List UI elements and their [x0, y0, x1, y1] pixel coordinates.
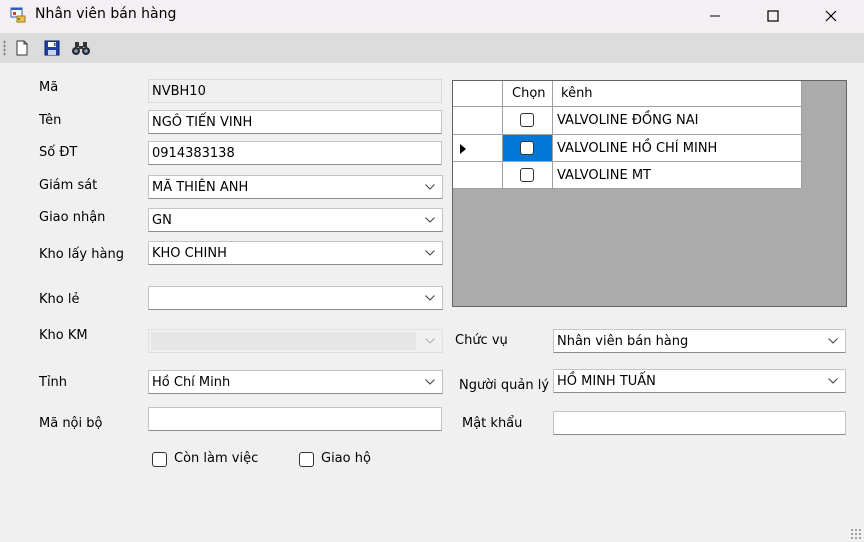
- giao-ho-checkbox[interactable]: [299, 452, 314, 467]
- row-header[interactable]: [453, 162, 503, 189]
- grid-row-checkbox[interactable]: [520, 113, 534, 127]
- chuc-vu-value: Nhân viên bán hàng: [557, 334, 689, 349]
- minimize-icon: [710, 15, 720, 16]
- save-icon: [44, 40, 60, 56]
- toolbar: [0, 33, 864, 63]
- ma-label: Mã: [39, 80, 59, 95]
- kho-km-label: Kho KM: [39, 328, 88, 343]
- ma-noi-bo-label: Mã nội bộ: [39, 416, 103, 431]
- resize-grip[interactable]: [850, 528, 862, 540]
- channel-grid[interactable]: Chọn kênh VALVOLINE ĐỒNG NAI VALVOLINE H…: [452, 80, 847, 307]
- giao-nhan-combo[interactable]: GN: [148, 208, 443, 232]
- form-app-icon: [10, 7, 26, 23]
- chuc-vu-label: Chức vụ: [455, 333, 508, 348]
- mat-khau-label: Mật khẩu: [462, 416, 523, 431]
- kho-km-disabled-area: [151, 332, 416, 350]
- giao-nhan-value: GN: [152, 213, 172, 228]
- binoculars-icon: [72, 42, 90, 55]
- grid-kenh-text: VALVOLINE ĐỒNG NAI: [557, 113, 699, 128]
- ten-field[interactable]: NGÔ TIẾN VINH: [148, 110, 442, 134]
- ten-label: Tên: [39, 113, 62, 128]
- column-header-chon-label: Chọn: [512, 86, 546, 101]
- ma-field[interactable]: NVBH10: [148, 79, 442, 103]
- column-header-kenh-label: kênh: [561, 86, 593, 101]
- chevron-down-icon: [828, 378, 838, 384]
- window-title: Nhân viên bán hàng: [35, 6, 177, 22]
- so-dt-field[interactable]: 0914383138: [148, 141, 442, 165]
- row-header[interactable]: [453, 107, 503, 135]
- title-bar: Nhân viên bán hàng: [0, 0, 864, 31]
- giam-sat-combo[interactable]: MÃ THIÊN ANH: [148, 175, 443, 199]
- giam-sat-value: MÃ THIÊN ANH: [152, 180, 249, 195]
- maximize-icon: [767, 9, 779, 22]
- nguoi-quan-ly-combo[interactable]: HỒ MINH TUẤN: [553, 369, 846, 393]
- tinh-combo[interactable]: Hồ Chí Minh: [148, 370, 443, 394]
- maximize-button[interactable]: [744, 0, 802, 31]
- con-lam-viec-label[interactable]: Còn làm việc: [174, 451, 258, 466]
- chevron-down-icon: [425, 250, 435, 256]
- chevron-down-icon: [425, 379, 435, 385]
- grid-row-checkbox[interactable]: [520, 168, 534, 182]
- chevron-down-icon: [425, 184, 435, 190]
- chuc-vu-combo[interactable]: Nhân viên bán hàng: [553, 329, 846, 353]
- close-button[interactable]: [802, 0, 860, 31]
- tinh-label: Tỉnh: [39, 375, 68, 390]
- grid-checkbox-cell[interactable]: [503, 107, 553, 135]
- chevron-down-icon: [425, 295, 435, 301]
- grid-kenh-text: VALVOLINE MT: [557, 168, 651, 183]
- ma-noi-bo-field[interactable]: [148, 407, 442, 431]
- row-header-current[interactable]: [453, 135, 503, 162]
- grid-row-checkbox[interactable]: [520, 141, 534, 155]
- tinh-value: Hồ Chí Minh: [152, 375, 231, 390]
- ma-value: NVBH10: [152, 84, 206, 99]
- chevron-down-icon: [425, 338, 435, 344]
- grid-kenh-cell[interactable]: VALVOLINE ĐỒNG NAI: [553, 107, 802, 135]
- so-dt-value: 0914383138: [152, 146, 235, 161]
- toolbar-grip[interactable]: [3, 40, 6, 56]
- column-header-kenh[interactable]: kênh: [553, 81, 802, 107]
- grid-checkbox-cell[interactable]: [503, 162, 553, 189]
- kho-km-combo[interactable]: [148, 329, 443, 353]
- kho-lay-hang-value: KHO CHINH: [152, 246, 227, 261]
- grid-kenh-cell[interactable]: VALVOLINE MT: [553, 162, 802, 189]
- con-lam-viec-checkbox[interactable]: [152, 452, 167, 467]
- kho-lay-hang-combo[interactable]: KHO CHINH: [148, 241, 443, 265]
- grid-kenh-text: VALVOLINE HỒ CHÍ MINH: [557, 141, 718, 156]
- new-button[interactable]: [11, 37, 33, 59]
- column-header-chon[interactable]: Chọn: [503, 81, 553, 107]
- giao-nhan-label: Giao nhận: [39, 210, 106, 225]
- so-dt-label: Số ĐT: [39, 145, 78, 160]
- kho-le-label: Kho lẻ: [39, 292, 80, 307]
- kho-lay-hang-label: Kho lấy hàng: [39, 247, 124, 262]
- chevron-down-icon: [425, 217, 435, 223]
- grid-kenh-cell[interactable]: VALVOLINE HỒ CHÍ MINH: [553, 135, 802, 162]
- mat-khau-field[interactable]: [553, 411, 846, 435]
- close-icon: [825, 10, 837, 21]
- chevron-down-icon: [828, 338, 838, 344]
- current-row-arrow-icon: [460, 144, 466, 154]
- giao-ho-label[interactable]: Giao hộ: [321, 451, 371, 466]
- grid-checkbox-cell-selected[interactable]: [503, 135, 553, 162]
- ten-value: NGÔ TIẾN VINH: [152, 115, 253, 130]
- giam-sat-label: Giám sát: [39, 178, 98, 193]
- find-button[interactable]: [70, 37, 92, 59]
- nguoi-quan-ly-label: Người quản lý: [459, 378, 550, 393]
- minimize-button[interactable]: [686, 0, 744, 31]
- grid-corner-header: [453, 81, 503, 107]
- nguoi-quan-ly-value: HỒ MINH TUẤN: [557, 374, 656, 389]
- new-icon: [16, 40, 28, 56]
- kho-le-combo[interactable]: [148, 286, 443, 310]
- save-button[interactable]: [41, 37, 63, 59]
